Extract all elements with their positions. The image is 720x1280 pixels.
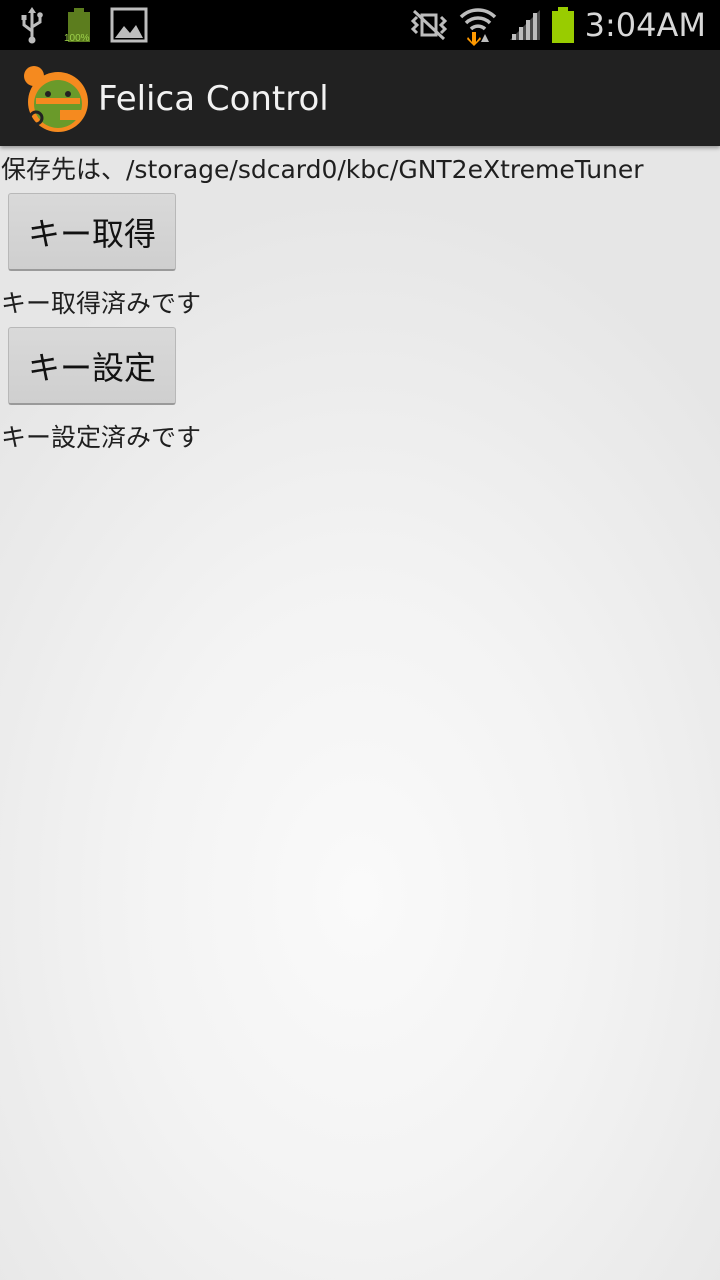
get-key-button[interactable]: キー取得 [8,193,176,271]
wifi-icon [458,0,498,50]
battery-icon [550,0,576,50]
set-key-button[interactable]: キー設定 [8,327,176,405]
usb-icon [18,0,46,50]
vibrate-mute-icon [408,0,450,50]
set-key-status-text: キー設定済みです [1,423,202,452]
action-bar: Felica Control [0,50,720,146]
signal-icon [508,0,542,50]
status-bar: 100% 3:04AM [0,0,720,50]
felica-app-icon[interactable] [22,64,90,132]
status-clock: 3:04AM [584,6,706,44]
app-title: Felica Control [98,79,329,119]
battery-percent-label: 100% [64,33,90,44]
save-path-text: 保存先は、/storage/sdcard0/kbc/GNT2eXtremeTun… [1,155,644,184]
picture-icon [110,0,148,50]
get-key-status-text: キー取得済みです [1,289,202,318]
